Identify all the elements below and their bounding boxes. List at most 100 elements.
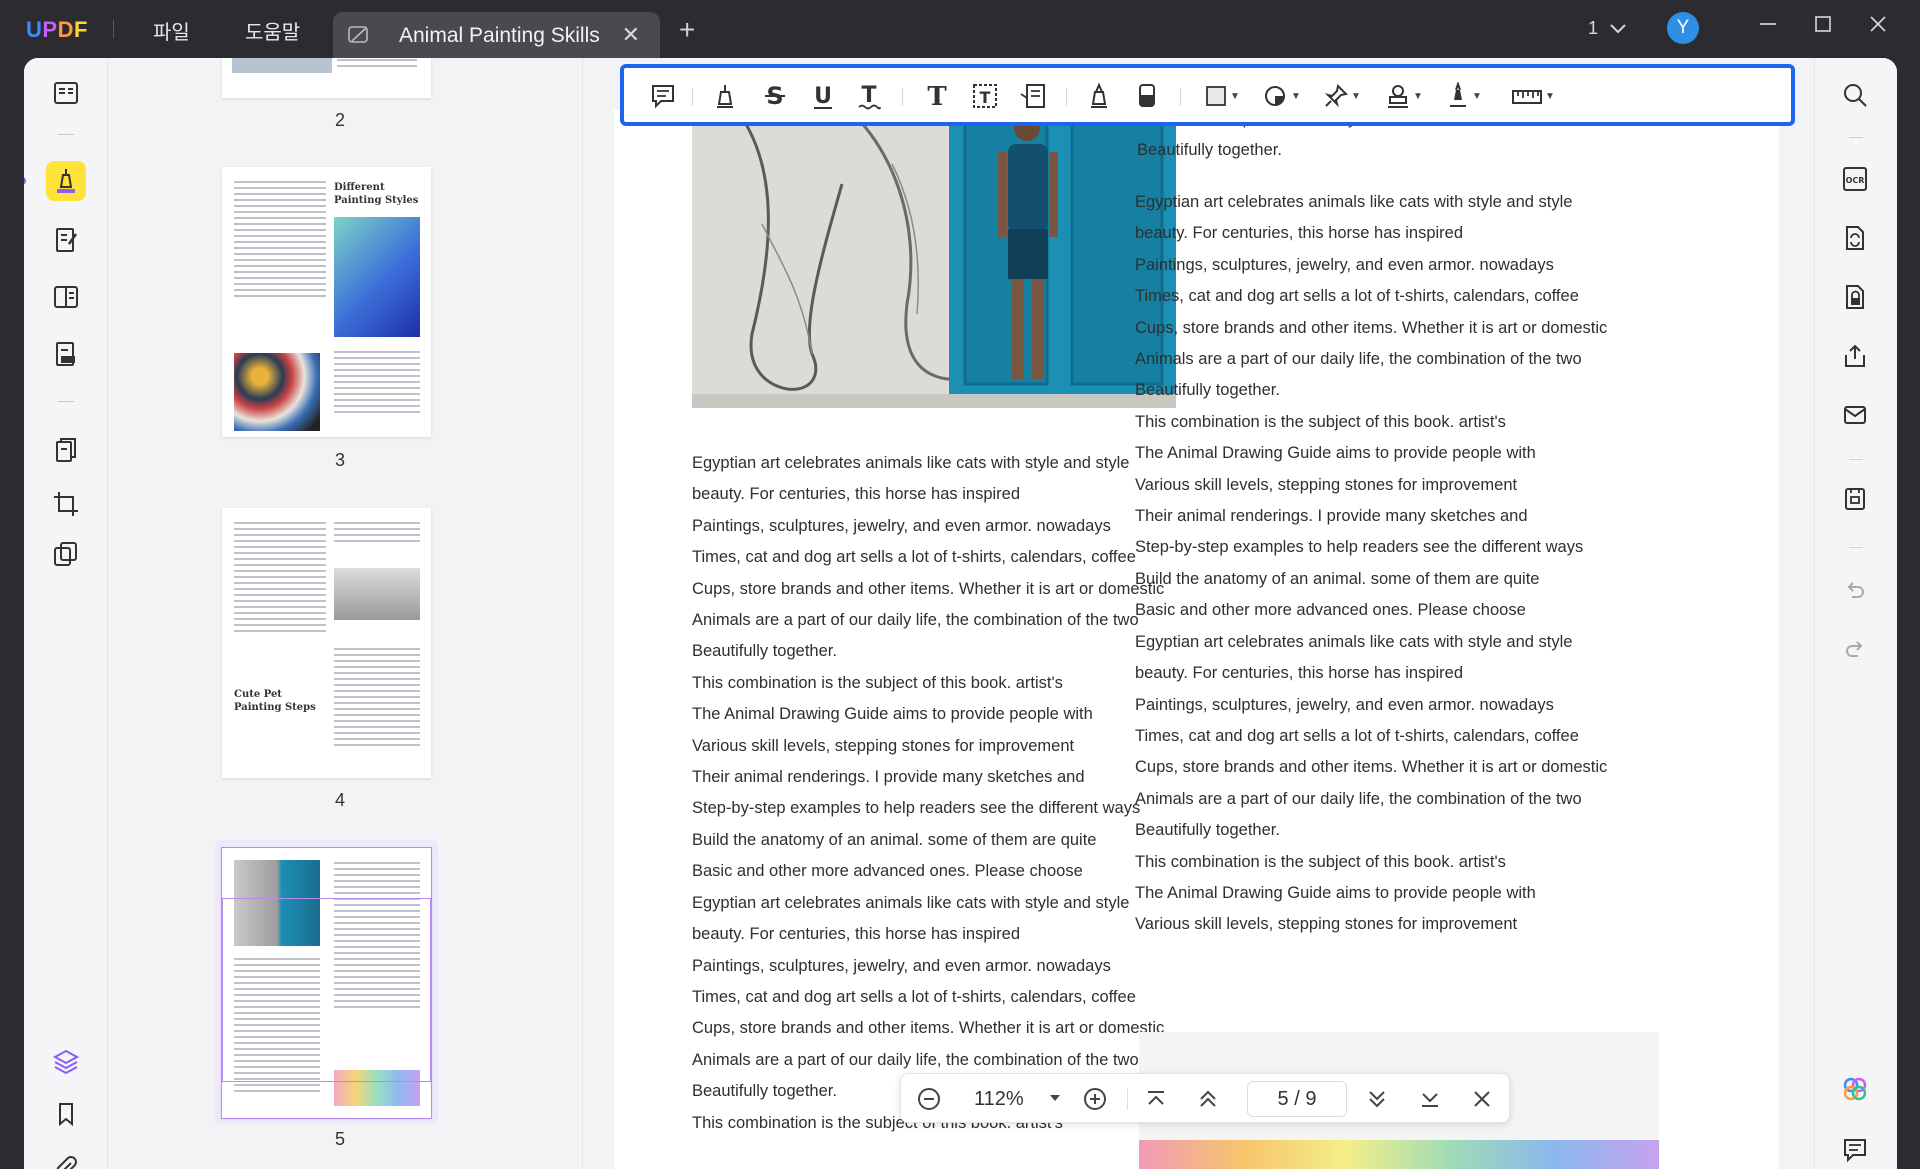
zoom-level[interactable]: 112% [974,1088,1024,1111]
maximize-icon [1815,16,1831,32]
fill-sign-button[interactable] [46,334,86,374]
text-line: Beautifully together. [1135,381,1280,400]
strikethrough-tool[interactable]: S [758,80,792,112]
document-viewer: Egyptian art celebrates animals like cat… [584,58,1814,1169]
comment-mode-button[interactable] [46,161,86,201]
maximize-button[interactable] [1813,14,1833,40]
signature-tool[interactable]: ▼ [1442,80,1486,112]
pages-icon [56,438,76,462]
thumbnail-page-2[interactable] [222,58,431,98]
zoom-in-button[interactable] [1081,1085,1109,1118]
text-line: Step-by-step examples to help readers se… [1135,538,1584,557]
text-line: The Animal Drawing Guide aims to provide… [1135,444,1536,463]
text-line: beauty. For centuries, this horse has in… [692,485,1021,504]
measure-tool[interactable]: ▼ [1508,80,1558,112]
menu-file[interactable]: 파일 [153,16,190,45]
squiggly-underline-icon: T [858,83,881,110]
layers-button[interactable] [46,1042,86,1082]
text-line: Their animal renderings. I provide many … [1135,507,1528,526]
convert-pdf-button[interactable] [1838,221,1872,255]
svg-text:T: T [861,83,876,108]
thumbnail-page-4[interactable]: Cute Pet Painting Steps [222,508,431,778]
document-tab[interactable]: Animal Painting Skills ✕ [333,12,660,58]
comment-list-icon [1844,1139,1866,1163]
pin-tool[interactable]: ▼ [1320,80,1364,112]
elephant-mural-photo [692,104,1176,408]
organize-pages-button[interactable] [46,430,86,470]
previous-page-button[interactable] [1195,1085,1221,1118]
thumbnail-text [234,181,326,301]
redo-button[interactable] [1838,632,1872,666]
edit-mode-button[interactable] [46,220,86,260]
tab-close-button[interactable]: ✕ [622,22,640,48]
pencil-icon [1091,82,1107,108]
underline-tool[interactable]: U [806,80,840,112]
sticky-note-tool[interactable] [646,80,680,112]
reader-icon [54,82,78,104]
zoom-dropdown-button[interactable] [1048,1090,1062,1108]
text-box-tool[interactable]: T [968,80,1002,112]
squiggly-tool[interactable]: T [852,80,886,112]
attachment-button[interactable] [46,1148,86,1169]
ocr-button[interactable]: OCR [1838,162,1872,196]
ai-assistant-button[interactable] [1838,1072,1872,1106]
area-highlight-tool[interactable]: ▼ [1260,80,1304,112]
text-tool[interactable]: T [920,80,954,112]
svg-text:U: U [814,84,832,109]
stamp-tool[interactable]: ▼ [1382,80,1426,112]
highlight-tool[interactable] [708,80,742,112]
text-callout-icon [1020,84,1045,108]
reader-mode-button[interactable] [46,73,86,113]
text-line: beauty. For centuries, this horse has in… [1135,224,1464,243]
last-page-button[interactable] [1417,1085,1443,1118]
text-line: Cups, store brands and other items. Whet… [1135,318,1608,337]
bookmark-button[interactable] [46,1094,86,1134]
eraser-tool[interactable] [1130,80,1164,112]
close-zoom-bar-button[interactable] [1469,1085,1495,1118]
protect-button[interactable] [1838,280,1872,314]
title-bar: UPDF 파일 도움말 Animal Painting Skills ✕ + 1… [0,0,1920,58]
save-button[interactable] [1838,482,1872,516]
shape-tool[interactable]: ▼ [1200,80,1244,112]
text-line: Times, cat and dog art sells a lot of t-… [1135,726,1579,745]
new-tab-button[interactable]: + [679,14,695,46]
share-button[interactable] [1838,339,1872,373]
pencil-tool[interactable] [1082,80,1116,112]
minimize-button[interactable] [1758,14,1778,40]
thumbnail-page-5[interactable] [221,847,432,1119]
thumbnail-image [234,353,320,431]
title-separator [113,20,114,38]
text-line: Various skill levels, stepping stones fo… [1135,475,1518,494]
undo-button[interactable] [1838,573,1872,607]
text-callout-tool[interactable] [1016,80,1050,112]
zoom-out-button[interactable] [915,1085,943,1118]
convert-button[interactable] [46,534,86,574]
comments-panel-button[interactable] [1838,1133,1872,1167]
page-layout-button[interactable] [46,277,86,317]
text-line: Times, cat and dog art sells a lot of t-… [692,548,1136,567]
text-line: Egyptian art celebrates animals like cat… [1135,193,1573,211]
text-line: Beautifully together. [1135,821,1280,840]
email-button[interactable] [1838,398,1872,432]
text-line: Animals are a part of our daily life, th… [1135,789,1582,808]
page-number-input[interactable]: 5 / 9 [1247,1081,1347,1117]
right-text-column: Egyptian art celebrates animals like cat… [1135,187,1607,941]
text-line: Basic and other more advanced ones. Plea… [692,862,1083,881]
first-page-icon [1148,1091,1164,1105]
thumbnail-page-3[interactable]: Different Painting Styles [222,167,431,437]
first-page-button[interactable] [1143,1085,1169,1118]
text-line: Paintings, sculptures, jewelry, and even… [1135,255,1554,274]
close-window-button[interactable] [1868,14,1888,40]
search-button[interactable] [1838,78,1872,112]
tab-title: Animal Painting Skills [399,24,600,47]
crop-button[interactable] [46,484,86,524]
thumbnail-image [334,217,420,337]
menu-help[interactable]: 도움말 [245,16,300,45]
comment-icon [652,85,674,109]
thumbnail-heading: Cute Pet Painting Steps [234,689,316,713]
next-page-button[interactable] [1364,1085,1390,1118]
user-avatar[interactable]: Y [1667,12,1699,44]
last-page-icon [1422,1093,1438,1107]
open-windows-dropdown[interactable]: 1 [1588,18,1627,39]
minimize-icon [1760,23,1776,25]
